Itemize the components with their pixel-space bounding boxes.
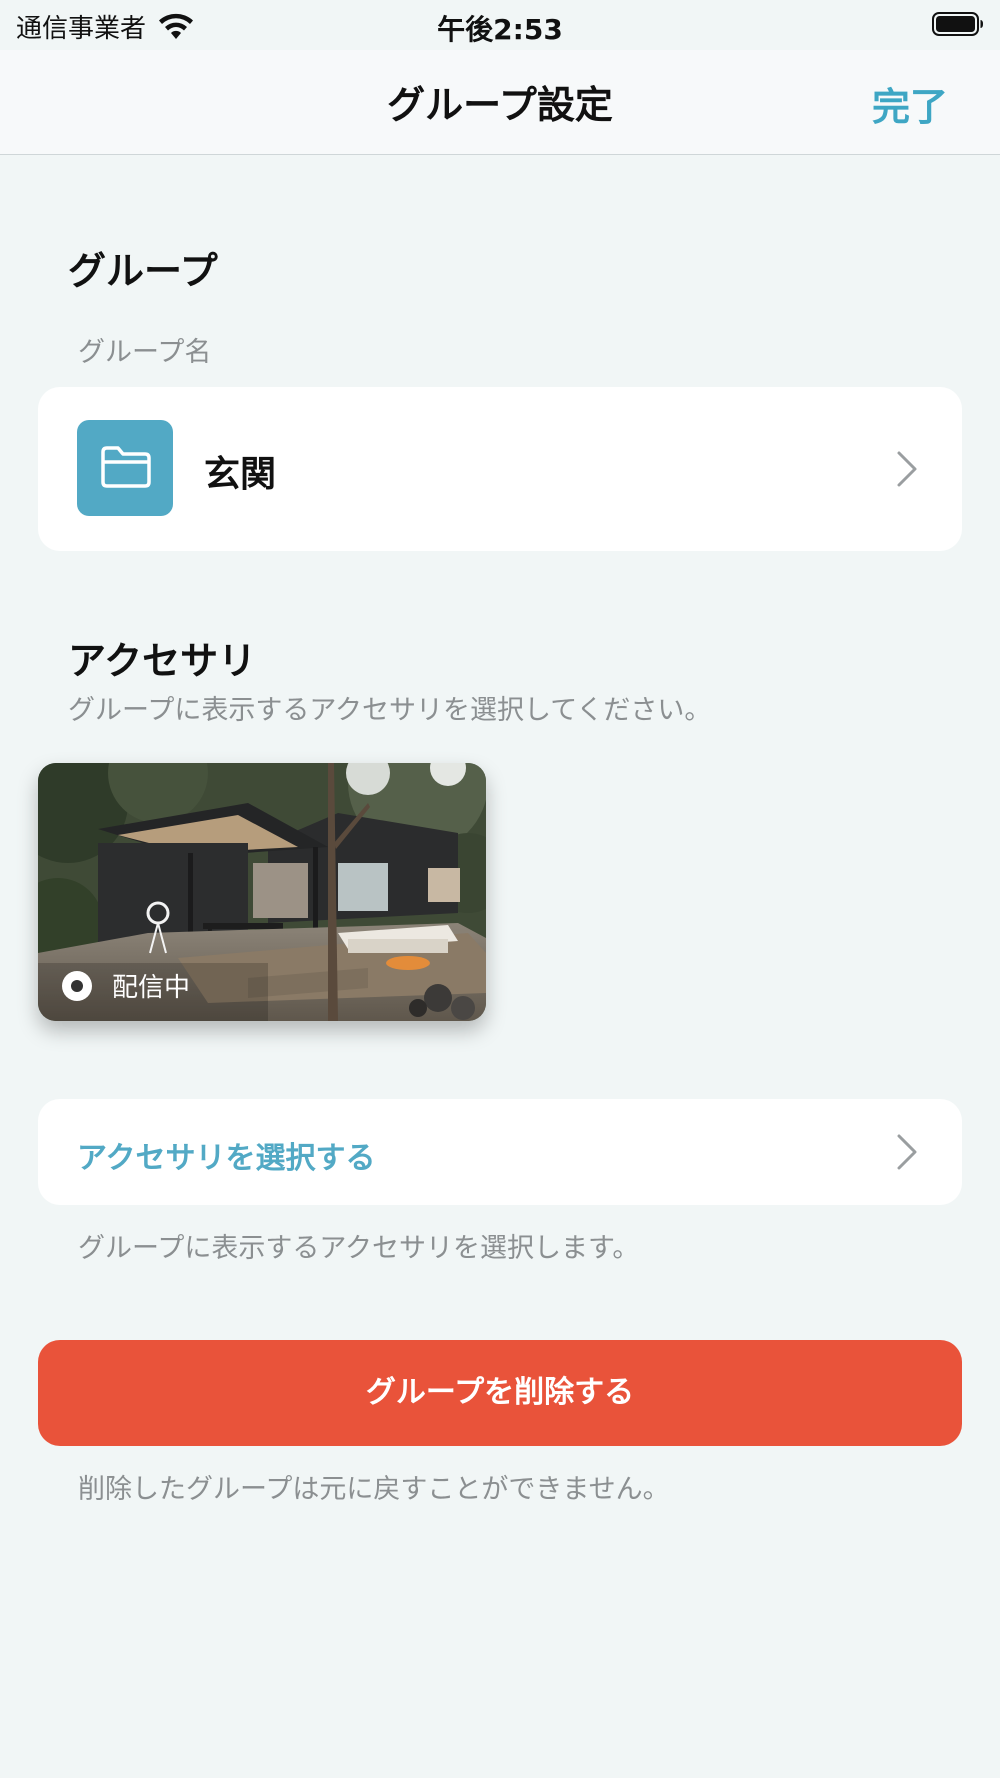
- group-name-value: 玄関: [204, 454, 277, 495]
- chevron-right-icon: [897, 1134, 917, 1170]
- select-accessory-footnote: グループに表示するアクセサリを選択します。: [78, 1233, 640, 1264]
- select-accessory-row[interactable]: アクセサリを選択する: [38, 1099, 962, 1205]
- streaming-status-badge: 配信中: [62, 967, 190, 1004]
- group-name-row[interactable]: 玄関: [38, 387, 962, 551]
- select-accessory-label: アクセサリを選択する: [77, 1141, 376, 1176]
- navigation-bar: グループ設定 完了: [0, 50, 1000, 155]
- chevron-right-icon: [897, 451, 917, 487]
- accessory-section-title: アクセサリ: [68, 639, 257, 683]
- accessory-camera-tile[interactable]: 配信中: [38, 763, 486, 1021]
- delete-group-footnote: 削除したグループは元に戻すことができません。: [78, 1474, 670, 1505]
- status-time: 午後2:53: [437, 13, 563, 46]
- accessory-section-description: グループに表示するアクセサリを選択してください。: [68, 695, 712, 726]
- folder-tile: [77, 420, 173, 516]
- battery-icon: [932, 12, 983, 36]
- live-indicator-icon: [62, 970, 92, 1001]
- folder-icon: [101, 446, 151, 488]
- streaming-status-label: 配信中: [112, 973, 191, 1003]
- status-bar: 通信事業者 午後2:53: [0, 0, 1000, 50]
- delete-group-button[interactable]: グループを削除する: [38, 1340, 962, 1446]
- group-section-title: グループ: [68, 249, 218, 293]
- done-button[interactable]: 完了: [872, 76, 948, 131]
- page-title: グループ設定: [387, 83, 613, 127]
- group-name-caption: グループ名: [78, 337, 212, 368]
